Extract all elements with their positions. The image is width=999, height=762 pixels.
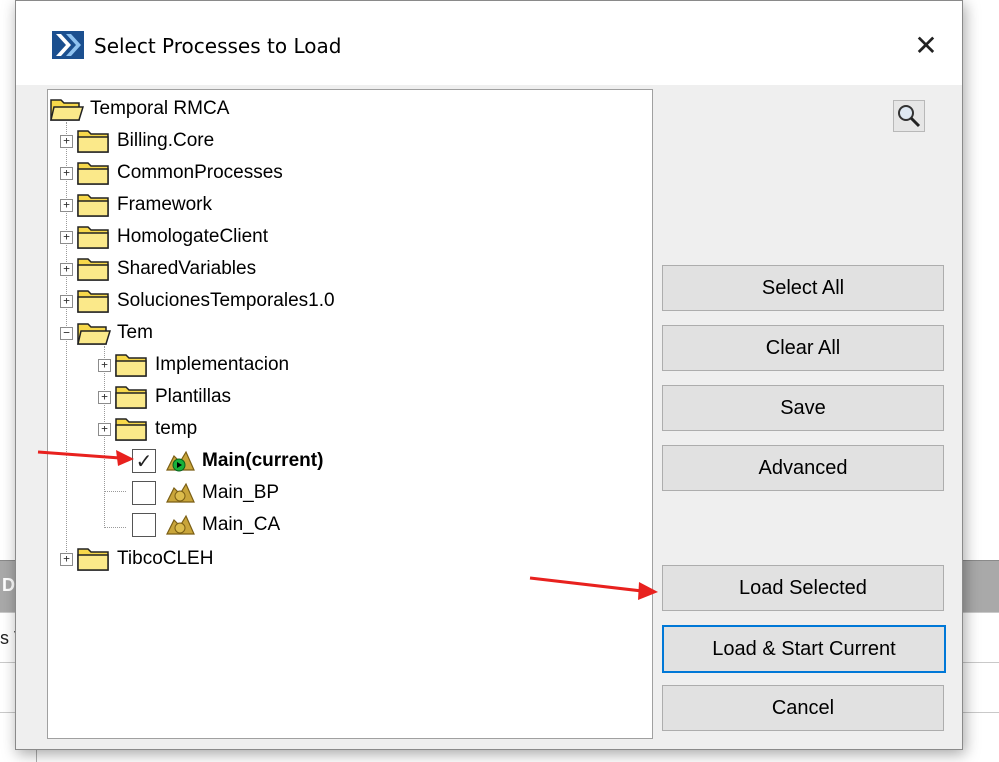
expand-icon[interactable]: + — [98, 358, 111, 372]
checkbox-icon[interactable] — [132, 513, 156, 537]
process-label: Main_CA — [202, 514, 281, 535]
tree-folder-label: SolucionesTemporales1.0 — [117, 290, 335, 311]
expand-icon[interactable]: + — [60, 134, 73, 148]
tree-folder[interactable]: + Billing.Core — [60, 126, 214, 156]
folder-open-icon — [50, 99, 84, 121]
tree-folder-label: Plantillas — [155, 386, 232, 407]
tree-process[interactable]: Main_CA — [132, 510, 280, 540]
expand-icon[interactable]: + — [60, 262, 73, 276]
tree-subfolder[interactable]: + Implementacion — [98, 350, 289, 380]
annotation-arrow-icon — [529, 576, 658, 600]
tree-folder-label: TibcoCLEH — [117, 548, 214, 569]
expand-icon[interactable]: + — [60, 552, 73, 566]
tree-process[interactable]: ✓ Main(current) — [132, 446, 323, 476]
search-button[interactable] — [893, 100, 925, 132]
cancel-button[interactable]: Cancel — [662, 685, 944, 731]
title-bar[interactable]: Select Processes to Load ✕ — [16, 1, 962, 85]
dialog-title: Select Processes to Load — [94, 34, 342, 58]
expand-icon[interactable]: + — [98, 422, 111, 436]
load-start-current-button[interactable]: Load & Start Current — [662, 625, 946, 673]
process-tree[interactable]: Temporal RMCA + Billing.Core + CommonPro… — [47, 89, 653, 739]
tree-folder-label: Billing.Core — [117, 130, 215, 151]
process-label: Main(current) — [202, 450, 324, 471]
close-icon: ✕ — [914, 29, 938, 61]
checkbox-icon[interactable] — [132, 481, 156, 505]
folder-icon — [77, 194, 109, 217]
dialog-body: Temporal RMCA + Billing.Core + CommonPro… — [16, 85, 962, 749]
tree-folder-label: Implementacion — [155, 354, 290, 375]
annotation-arrow-icon — [37, 450, 134, 466]
process-icon — [166, 514, 195, 535]
tree-guide-line — [104, 527, 126, 528]
tree-folder-label: Tem — [117, 322, 153, 343]
folder-icon — [77, 258, 109, 281]
process-label: Main_BP — [202, 482, 280, 503]
clear-all-button[interactable]: Clear All — [662, 325, 944, 371]
folder-icon — [77, 548, 109, 571]
folder-icon — [77, 162, 109, 185]
tree-subfolder[interactable]: + Plantillas — [98, 382, 231, 412]
load-selected-button[interactable]: Load Selected — [662, 565, 944, 611]
tree-folder[interactable]: + TibcoCLEH — [60, 544, 213, 574]
expand-icon[interactable]: + — [60, 294, 73, 308]
save-button[interactable]: Save — [662, 385, 944, 431]
advanced-button[interactable]: Advanced — [662, 445, 944, 491]
tree-folder-label: CommonProcesses — [117, 162, 283, 183]
collapse-icon[interactable]: − — [60, 326, 73, 340]
tree-folder[interactable]: + SolucionesTemporales1.0 — [60, 286, 335, 316]
folder-icon — [77, 226, 109, 249]
tree-folder[interactable]: + HomologateClient — [60, 222, 268, 252]
tree-subfolder[interactable]: + temp — [98, 414, 197, 444]
tree-root[interactable]: Temporal RMCA — [50, 94, 229, 124]
process-icon — [166, 482, 195, 503]
folder-icon — [77, 290, 109, 313]
folder-icon — [115, 386, 147, 409]
tree-folder[interactable]: + SharedVariables — [60, 254, 256, 284]
tree-root-label: Temporal RMCA — [90, 98, 230, 119]
expand-icon[interactable]: + — [98, 390, 111, 404]
search-icon — [898, 105, 921, 128]
select-all-button[interactable]: Select All — [662, 265, 944, 311]
tree-folder-label: SharedVariables — [117, 258, 257, 279]
process-icon — [166, 450, 195, 472]
expand-icon[interactable]: + — [60, 166, 73, 180]
close-button[interactable]: ✕ — [896, 19, 956, 71]
expand-icon[interactable]: + — [60, 230, 73, 244]
tree-folder-label: HomologateClient — [117, 226, 269, 247]
select-processes-dialog: Select Processes to Load ✕ Temporal RMCA — [15, 0, 963, 750]
tree-folder-label: Framework — [117, 194, 213, 215]
tree-folder[interactable]: + CommonProcesses — [60, 158, 283, 188]
tree-process[interactable]: Main_BP — [132, 478, 279, 508]
tree-folder[interactable]: + Framework — [60, 190, 212, 220]
folder-icon — [115, 418, 147, 441]
app-logo-icon — [52, 31, 84, 59]
tree-folder-label: temp — [155, 418, 198, 439]
expand-icon[interactable]: + — [60, 198, 73, 212]
folder-icon — [115, 354, 147, 377]
tree-guide-line — [104, 491, 126, 492]
folder-icon — [77, 130, 109, 153]
folder-open-icon — [77, 323, 111, 345]
tree-folder-tem[interactable]: − Tem — [60, 318, 153, 348]
